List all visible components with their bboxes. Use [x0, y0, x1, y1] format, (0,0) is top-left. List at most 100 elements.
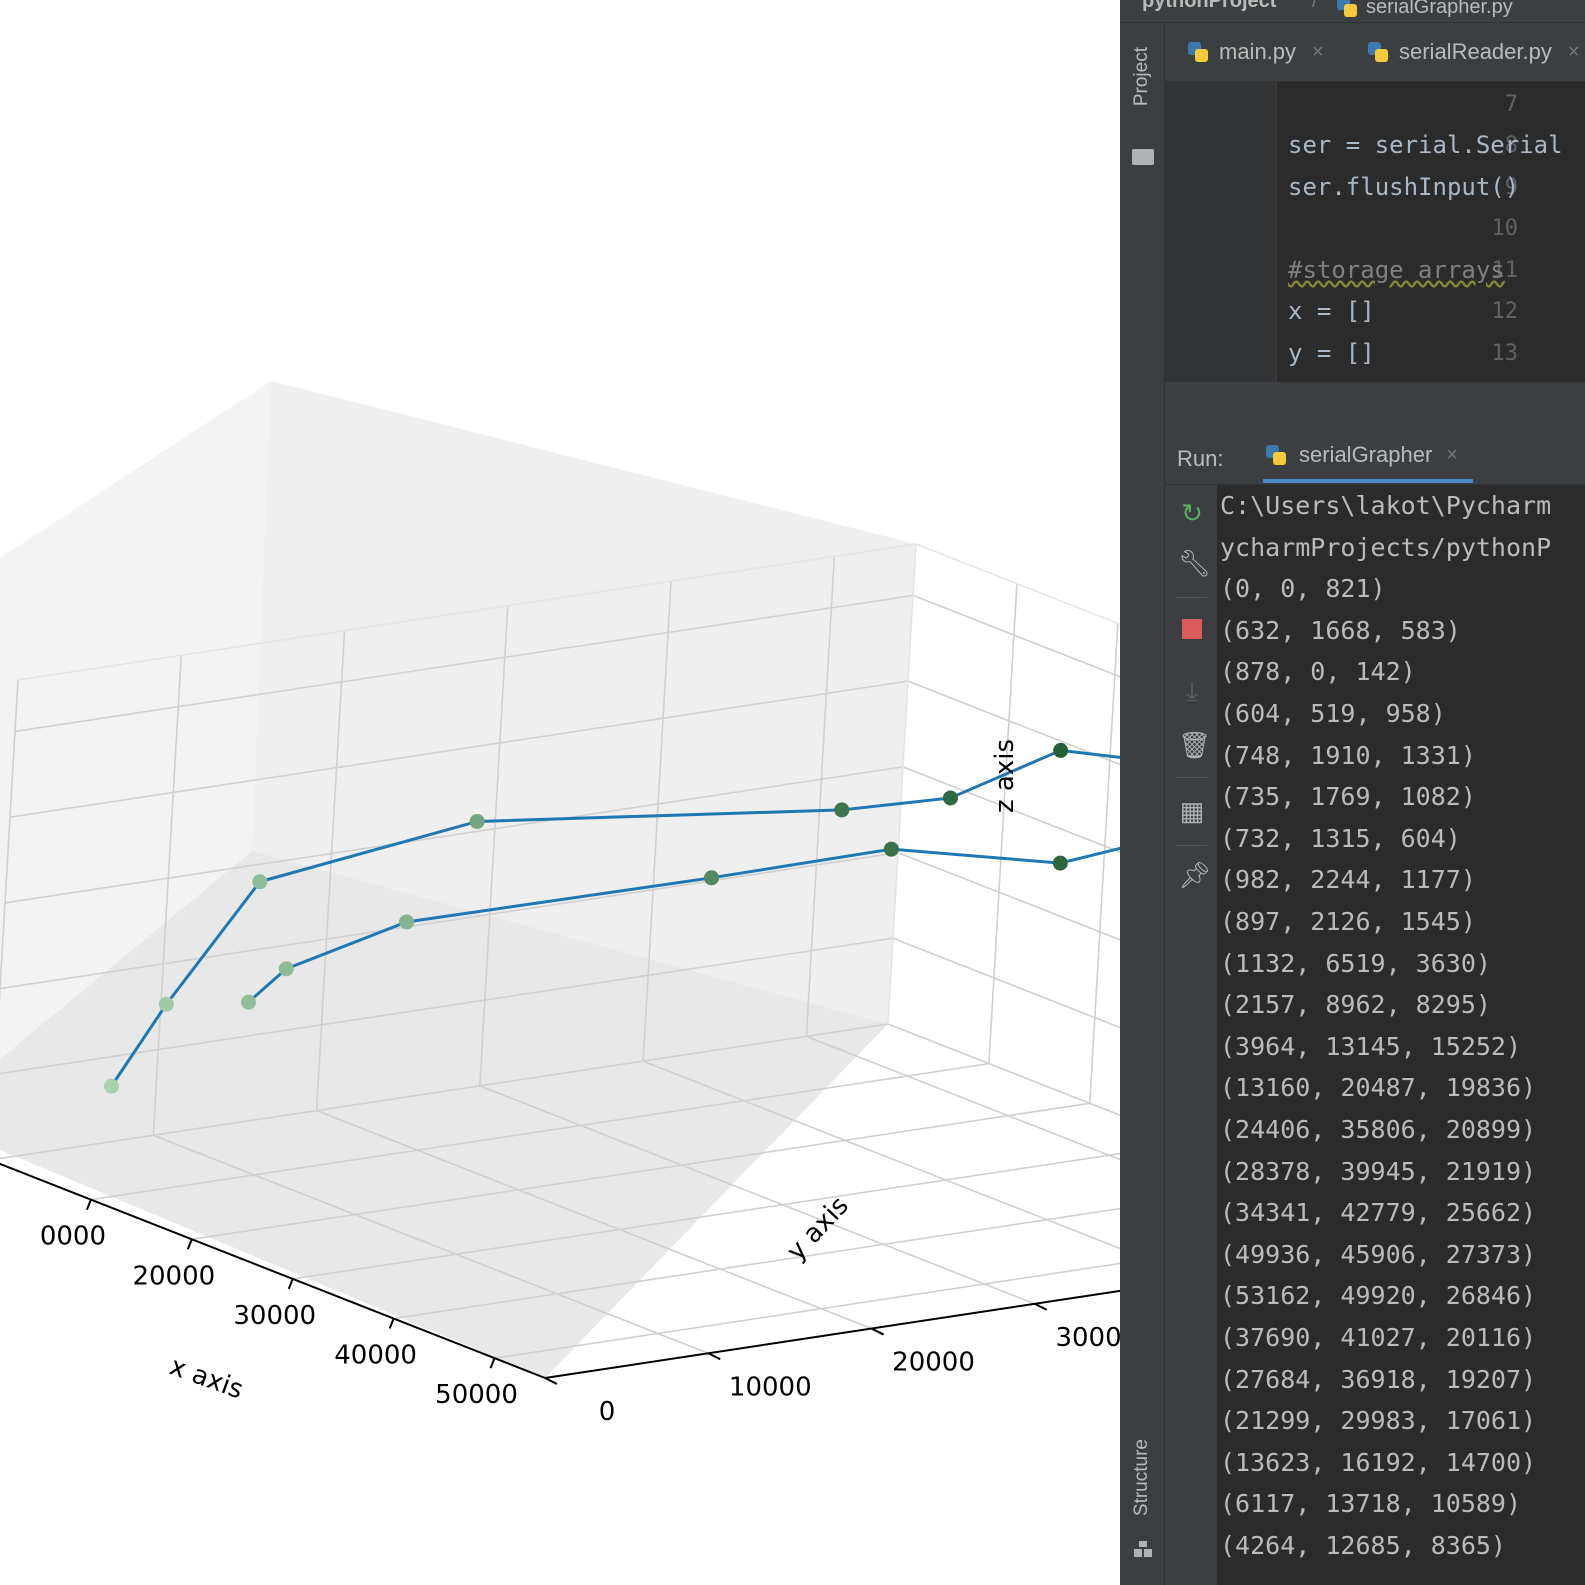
line-number: 7 [1504, 92, 1518, 117]
x-tick-label: 30000 [233, 1301, 316, 1331]
grid-line [988, 583, 1018, 1064]
console-line: (53162, 49920, 26846) [1220, 1281, 1537, 1311]
console-line: (27684, 36918, 19207) [1220, 1364, 1537, 1394]
console-line: (37690, 41027, 20116) [1220, 1323, 1537, 1352]
wrench-icon[interactable]: 🔧︎ [1178, 549, 1211, 577]
data-point [278, 961, 294, 977]
console-line: (4264, 12685, 8365) [1220, 1531, 1506, 1560]
y-tick [871, 1327, 884, 1336]
run-tool-column: ↻ 🔧︎ ⤓ 🗑︎ ▦ 📌︎ [1165, 485, 1218, 1585]
y-tick-label: 10000 [729, 1372, 812, 1402]
x-tick-label: 40000 [334, 1341, 417, 1371]
y-tick-label: 0 [599, 1397, 616, 1427]
data-point [883, 841, 899, 857]
y-tick [1034, 1302, 1048, 1311]
tab-serialreader-py[interactable]: serialReader.py × [1365, 33, 1580, 71]
line-number: 13 [1491, 341, 1519, 366]
pycharm-panel: pythonProject / serialGrapher.py Project… [1120, 0, 1585, 1585]
y-tick [544, 1377, 558, 1385]
console-line: (6117, 13718, 10589) [1220, 1489, 1522, 1519]
breadcrumb-file[interactable]: serialGrapher.py [1334, 0, 1513, 20]
data-point [252, 874, 268, 890]
x-tick [85, 1199, 92, 1211]
code-comment: #storage arrays [1288, 256, 1505, 284]
close-icon[interactable]: × [1568, 41, 1580, 64]
code-line: y = [] [1288, 339, 1375, 367]
code-line: ser = serial.Serial [1288, 131, 1563, 159]
close-icon[interactable]: × [1446, 444, 1458, 467]
console-line: C:\Users\lakot\Pycharm [1220, 491, 1552, 520]
tab-main-py[interactable]: main.py × [1185, 33, 1324, 71]
x-tick-label: 50000 [435, 1380, 518, 1410]
code-editor[interactable]: 7 8 9 10 11 12 13 ser = serial.Serial se… [1165, 82, 1585, 382]
python-file-icon [1185, 39, 1211, 65]
console-line: ycharmProjects/pythonP [1220, 532, 1552, 562]
structure-tool-tab[interactable]: Structure [1131, 1439, 1153, 1516]
breadcrumb: pythonProject / serialGrapher.py [1120, 0, 1585, 23]
console-line: (735, 1769, 1082) [1220, 782, 1476, 812]
panel-divider[interactable] [1165, 382, 1585, 434]
tab-run-serialgrapher[interactable]: serialGrapher × [1263, 442, 1458, 468]
breadcrumb-separator: / [1312, 0, 1318, 12]
console-line: (732, 1315, 604) [1220, 823, 1461, 853]
console-line: (982, 2244, 1177) [1220, 865, 1476, 895]
console-line: (632, 1668, 583) [1220, 615, 1461, 645]
3d-plot: 0000 20000 30000 40000 50000 0 10000 20000 30000… [0, 381, 1120, 1427]
close-icon[interactable]: × [1312, 41, 1324, 64]
console-line: (2157, 8962, 8295) [1220, 990, 1491, 1020]
scroll-to-end-icon[interactable]: ⤓ [1178, 677, 1206, 705]
structure-icon[interactable] [1134, 1541, 1152, 1559]
z-axis-label: z axis [990, 739, 1020, 813]
line-number: 10 [1491, 216, 1519, 241]
console-line: (897, 2126, 1545) [1220, 907, 1476, 936]
project-tool-tab[interactable]: Project [1131, 47, 1153, 106]
console-line: (13160, 20487, 19836) [1220, 1073, 1537, 1103]
y-tick-label: 30000 [1055, 1323, 1120, 1353]
console-line: (21299, 29983, 17061) [1220, 1406, 1537, 1436]
code-line: ser.flushInput() [1288, 173, 1520, 201]
line-number: 12 [1491, 299, 1519, 324]
tab-label: serialReader.py [1399, 39, 1552, 64]
data-point [158, 996, 174, 1012]
tab-label: main.py [1219, 39, 1297, 64]
breadcrumb-file-label: serialGrapher.py [1366, 0, 1513, 18]
console-line: (3964, 13145, 15252) [1220, 1031, 1522, 1061]
data-point [704, 870, 720, 886]
console-line: (748, 1910, 1331) [1220, 740, 1476, 770]
breadcrumb-project[interactable]: pythonProject [1142, 0, 1276, 11]
python-icon [1263, 442, 1289, 468]
grid-line [806, 1035, 1120, 1161]
pin-icon[interactable]: 📌︎ [1178, 861, 1211, 889]
grid-line [897, 851, 1120, 941]
run-console-output[interactable]: C:\Users\lakot\Pycharm ycharmProjects/pyt… [1217, 485, 1585, 1585]
trash-icon[interactable]: 🗑︎ [1178, 731, 1211, 759]
data-point [241, 994, 257, 1010]
active-tab-indicator [1263, 479, 1473, 483]
data-point [469, 813, 485, 829]
rerun-icon[interactable]: ↻ [1178, 499, 1206, 527]
x-tick-label: 0000 [40, 1222, 106, 1252]
console-line: (24406, 35806, 20899) [1220, 1115, 1537, 1144]
data-point [399, 914, 415, 930]
data-point [834, 802, 850, 818]
x-tick [489, 1357, 496, 1369]
stop-icon[interactable] [1178, 615, 1206, 643]
y-tick-label: 20000 [892, 1348, 975, 1378]
gutter-divider [1275, 82, 1277, 382]
console-line: (49936, 45906, 27373) [1220, 1239, 1537, 1269]
left-tool-strip: Project Structure [1120, 23, 1165, 1585]
console-line: (1132, 6519, 3630) [1220, 948, 1491, 978]
x-tick [186, 1238, 193, 1250]
run-label: Run: [1177, 446, 1224, 471]
folder-icon[interactable] [1132, 149, 1154, 165]
data-point [1052, 855, 1068, 871]
python-file-icon [1365, 39, 1391, 65]
x-tick-label: 20000 [132, 1261, 215, 1291]
grid-line [1089, 623, 1119, 1104]
console-line: (34341, 42779, 25662) [1220, 1198, 1537, 1228]
run-tab-label: serialGrapher [1299, 442, 1433, 467]
toolbar-separator [1175, 777, 1207, 778]
layout-icon[interactable]: ▦ [1178, 797, 1206, 825]
x-axis-label: x axis [166, 1351, 247, 1405]
grid-line [892, 937, 1120, 1029]
